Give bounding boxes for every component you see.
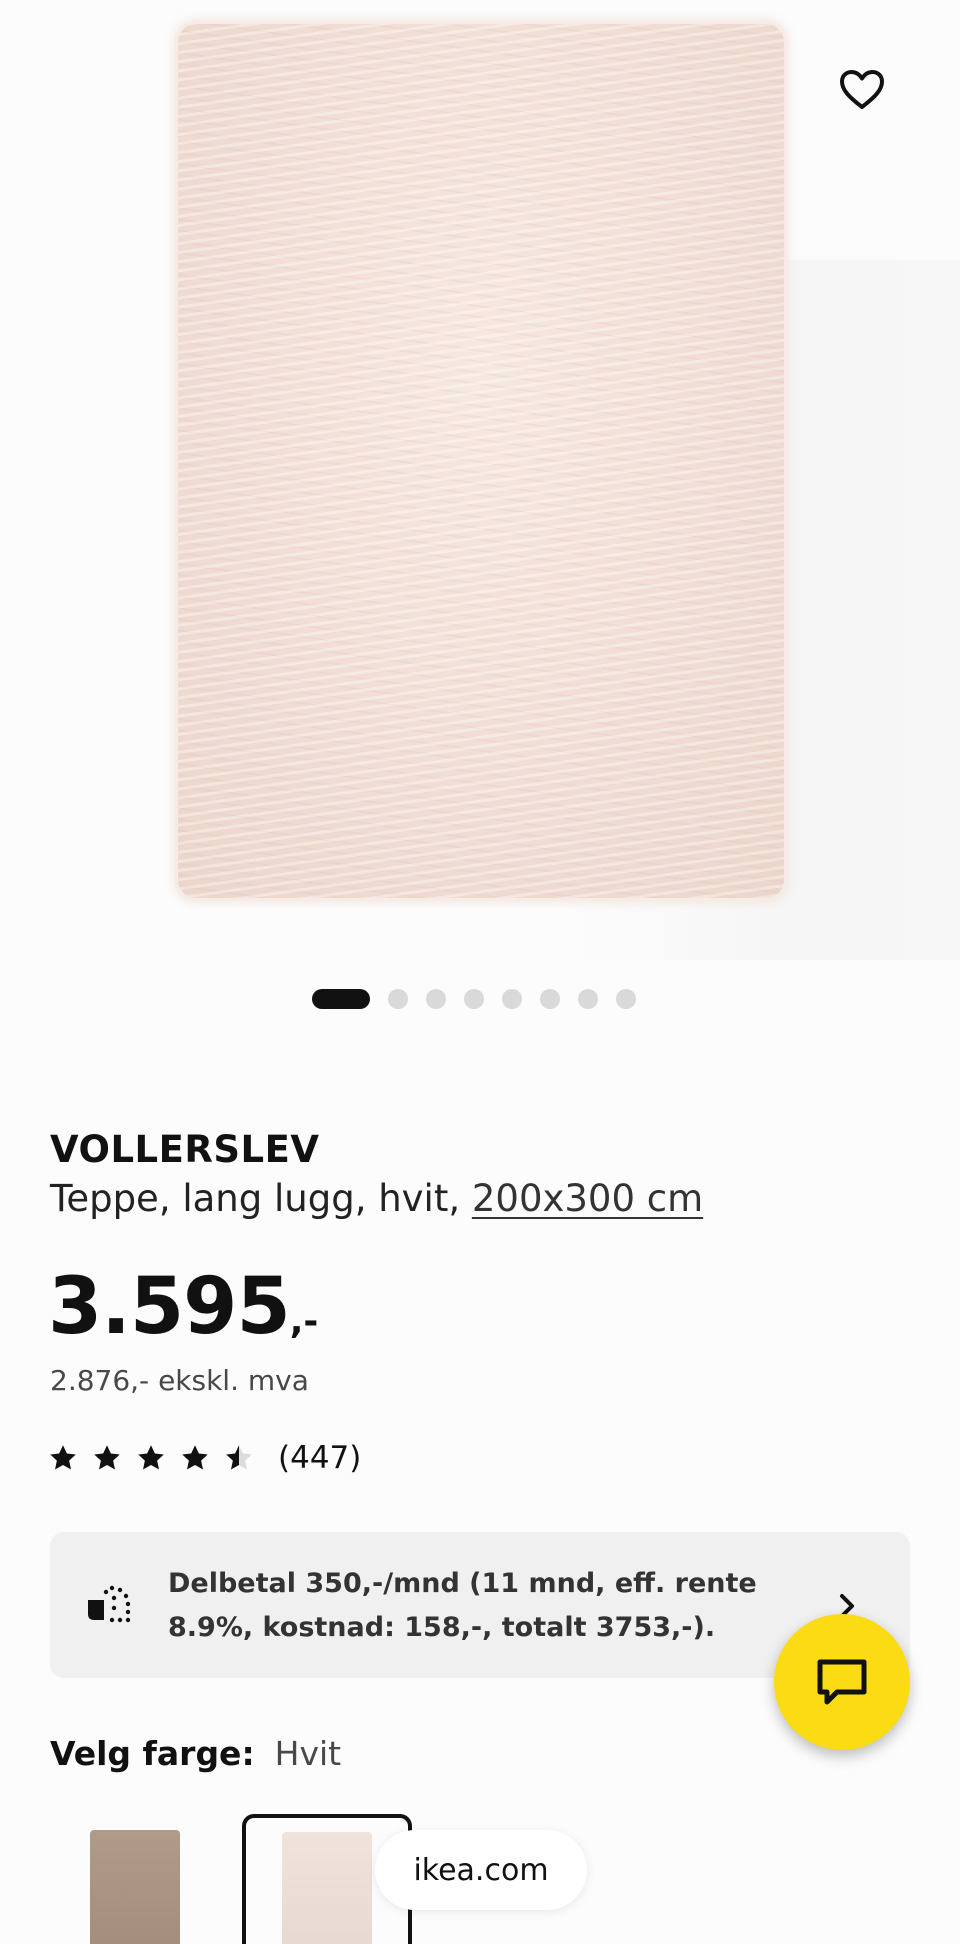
carousel-dot[interactable] (540, 989, 560, 1009)
color-label: Velg farge: (50, 1734, 255, 1773)
financing-text: Delbetal 350,-/mnd (11 mnd, eff. rente 8… (168, 1568, 757, 1643)
size-link[interactable]: 200x300 cm (472, 1177, 703, 1220)
star-icon (138, 1445, 164, 1470)
rating[interactable]: (447) (48, 1440, 361, 1476)
star-icon (50, 1445, 76, 1470)
product-name: VOLLERSLEV (50, 1128, 320, 1171)
color-swatch-beige[interactable] (52, 1814, 218, 1944)
color-value: Hvit (274, 1734, 342, 1773)
favorite-button[interactable] (832, 60, 892, 120)
color-selector-header: Velg farge: Hvit (50, 1734, 341, 1773)
review-count[interactable]: (447) (278, 1440, 361, 1476)
product-description: Teppe, lang lugg, hvit, 200x300 cm (50, 1177, 703, 1220)
chat-icon (817, 1659, 867, 1705)
product-image-gallery[interactable] (0, 0, 960, 960)
heart-icon (840, 70, 884, 109)
swatch-image (90, 1830, 180, 1944)
carousel-dot[interactable] (502, 989, 522, 1009)
star-icon (94, 1445, 120, 1470)
price-main: 3.595 (48, 1262, 291, 1352)
payment-plan-icon (88, 1585, 131, 1623)
product-type: Teppe, lang lugg, hvit, (50, 1177, 472, 1220)
product-image[interactable] (178, 24, 784, 898)
carousel-dot[interactable] (616, 989, 636, 1009)
carousel-dot[interactable] (426, 989, 446, 1009)
carousel-dot-active[interactable] (312, 989, 370, 1009)
product-page: VOLLERSLEV Teppe, lang lugg, hvit, 200x3… (0, 0, 960, 1944)
carousel-dots (312, 988, 636, 1010)
carousel-dot[interactable] (464, 989, 484, 1009)
price-suffix: ,- (289, 1301, 319, 1342)
half-star-icon (226, 1445, 252, 1470)
price: 3.595,- (48, 1262, 318, 1367)
star-icon (182, 1445, 208, 1470)
chat-button[interactable] (774, 1614, 910, 1750)
swatch-image (282, 1832, 372, 1944)
rating-stars (48, 1443, 254, 1473)
carousel-dot[interactable] (388, 989, 408, 1009)
carousel-dot[interactable] (578, 989, 598, 1009)
browser-url-bar[interactable]: ikea.com (375, 1830, 587, 1910)
price-ex-vat: 2.876,- ekskl. mva (50, 1364, 309, 1397)
